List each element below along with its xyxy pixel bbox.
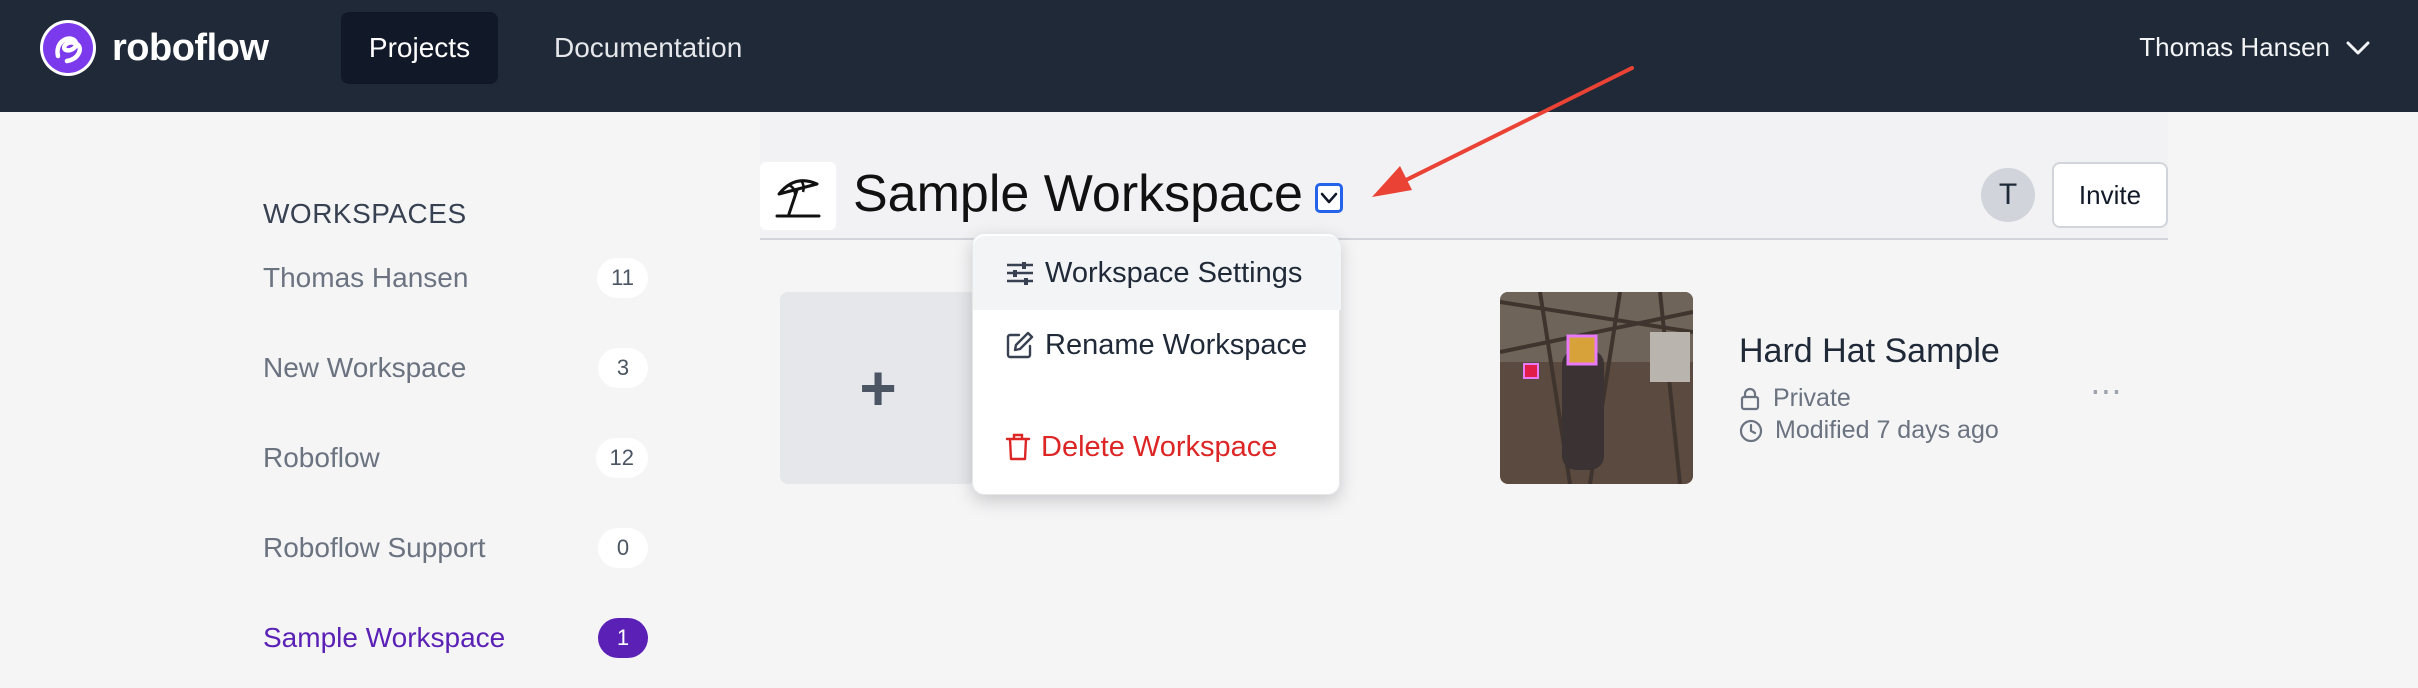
- sidebar-item-label: Roboflow Support: [263, 532, 486, 563]
- nav-documentation-link[interactable]: Documentation: [532, 12, 764, 84]
- workspace-dropdown-menu: Workspace Settings Rename Workspace Dele…: [972, 233, 1341, 495]
- count-badge: 1: [598, 618, 648, 658]
- chevron-down-icon: [2346, 41, 2370, 54]
- menu-item-label: Delete Workspace: [1041, 430, 1278, 463]
- nav-projects-button[interactable]: Projects: [341, 12, 498, 84]
- project-visibility: Private: [1739, 384, 1851, 413]
- more-options-icon[interactable]: ⋯: [2090, 372, 2124, 410]
- count-badge: 3: [598, 348, 648, 388]
- visibility-label: Private: [1773, 384, 1851, 412]
- trash-icon: [1005, 433, 1031, 461]
- user-name: Thomas Hansen: [2139, 32, 2330, 62]
- roboflow-logo[interactable]: roboflow: [40, 20, 269, 76]
- user-menu[interactable]: Thomas Hansen: [2139, 32, 2370, 63]
- count-badge: 0: [598, 528, 648, 568]
- roboflow-logo-icon: [40, 20, 96, 76]
- menu-item-label: Rename Workspace: [1045, 328, 1308, 361]
- count-badge: 12: [595, 438, 648, 478]
- sidebar-item-thomas-hansen[interactable]: Thomas Hansen 11: [263, 256, 648, 300]
- project-thumbnail[interactable]: [1500, 292, 1693, 484]
- sidebar-item-label: Thomas Hansen: [263, 262, 469, 293]
- invite-button[interactable]: Invite: [2052, 162, 2168, 228]
- lock-icon: [1740, 387, 1760, 410]
- workspace-menu-toggle[interactable]: [1315, 183, 1343, 213]
- sliders-icon: [1007, 262, 1033, 285]
- edit-icon: [1006, 331, 1034, 359]
- sidebar-item-roboflow[interactable]: Roboflow 12: [263, 436, 648, 480]
- menu-item-rename-workspace[interactable]: Rename Workspace: [973, 308, 1341, 382]
- modified-label: Modified 7 days ago: [1775, 416, 1999, 444]
- clock-icon: [1739, 419, 1763, 442]
- project-title[interactable]: Hard Hat Sample: [1739, 332, 2000, 371]
- count-badge: 11: [597, 258, 648, 298]
- menu-item-delete-workspace[interactable]: Delete Workspace: [973, 410, 1341, 484]
- logo-text: roboflow: [112, 26, 269, 69]
- new-project-card[interactable]: +: [780, 292, 976, 484]
- sidebar-item-label: Sample Workspace: [263, 622, 506, 653]
- sidebar-item-new-workspace[interactable]: New Workspace 3: [263, 346, 648, 390]
- member-avatar[interactable]: T: [1981, 168, 2035, 222]
- sidebar-item-label: Roboflow: [263, 442, 380, 473]
- annotation-arrow-icon: [1372, 66, 1634, 197]
- sidebar-item-sample-workspace[interactable]: Sample Workspace 1: [263, 616, 648, 660]
- workspace-title: Sample Workspace: [853, 165, 1303, 223]
- beach-umbrella-icon[interactable]: [760, 162, 836, 230]
- menu-item-workspace-settings[interactable]: Workspace Settings: [973, 236, 1341, 310]
- chevron-down-icon: [1320, 192, 1338, 204]
- sidebar-item-roboflow-support[interactable]: Roboflow Support 0: [263, 526, 648, 570]
- project-modified: Modified 7 days ago: [1739, 416, 1999, 445]
- top-navbar: roboflow Projects Documentation Thomas H…: [0, 0, 2418, 112]
- workspaces-heading: WORKSPACES: [263, 198, 467, 229]
- sidebar-item-label: New Workspace: [263, 352, 467, 383]
- menu-item-label: Workspace Settings: [1045, 256, 1303, 289]
